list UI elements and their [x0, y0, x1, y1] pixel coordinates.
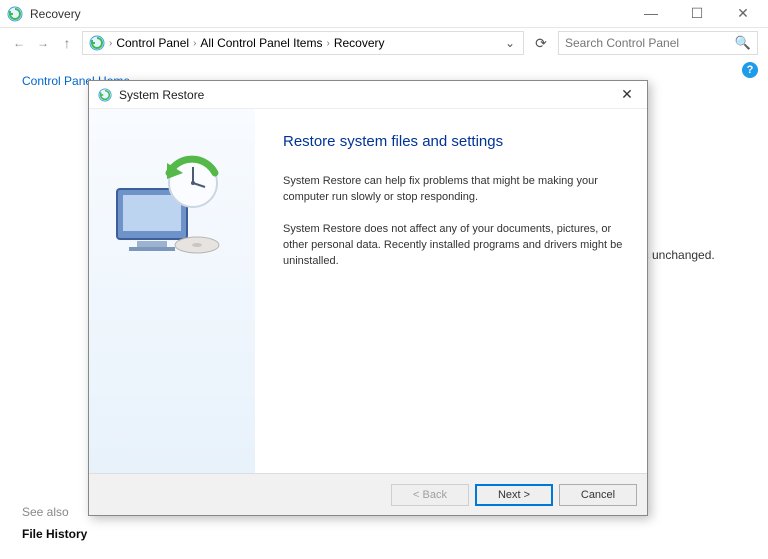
chevron-right-icon: › — [193, 38, 196, 49]
navigation-bar: ← → ↑ › Control Panel › All Control Pane… — [0, 28, 768, 58]
breadcrumb[interactable]: › Control Panel › All Control Panel Item… — [82, 31, 524, 55]
dialog-footer: < Back Next > Cancel — [89, 473, 647, 515]
dialog-heading: Restore system files and settings — [283, 133, 623, 150]
search-input[interactable] — [565, 36, 735, 50]
dialog-paragraph-2: System Restore does not affect any of yo… — [283, 222, 623, 270]
search-icon[interactable]: 🔍 — [735, 35, 751, 51]
breadcrumb-dropdown[interactable]: ⌄ — [503, 36, 517, 50]
system-restore-graphic-icon — [107, 149, 237, 259]
cancel-button[interactable]: Cancel — [559, 484, 637, 506]
minimize-button[interactable]: — — [636, 5, 666, 22]
window-titlebar: Recovery — ☐ ✕ — [0, 0, 768, 28]
dialog-paragraph-1: System Restore can help fix problems tha… — [283, 174, 623, 206]
next-button[interactable]: Next > — [475, 484, 553, 506]
maximize-button[interactable]: ☐ — [682, 5, 712, 22]
see-also-label: See also — [22, 505, 87, 519]
refresh-button[interactable]: ⟳ — [530, 35, 552, 52]
back-button[interactable]: ← — [10, 34, 28, 52]
dialog-titlebar: System Restore ✕ — [89, 81, 647, 109]
breadcrumb-item[interactable]: Recovery — [334, 36, 385, 50]
system-restore-icon — [97, 87, 113, 103]
breadcrumb-item[interactable]: All Control Panel Items — [200, 36, 322, 50]
forward-button[interactable]: → — [34, 34, 52, 52]
dialog-body: Restore system files and settings System… — [255, 109, 647, 473]
window-title: Recovery — [30, 7, 636, 21]
chevron-right-icon: › — [326, 38, 329, 49]
recovery-icon — [89, 35, 105, 51]
dialog-close-button[interactable]: ✕ — [615, 86, 639, 103]
dialog-title: System Restore — [119, 88, 615, 102]
search-box[interactable]: 🔍 — [558, 31, 758, 55]
back-button: < Back — [391, 484, 469, 506]
close-button[interactable]: ✕ — [728, 5, 758, 22]
recovery-icon — [6, 5, 24, 23]
up-button[interactable]: ↑ — [58, 34, 76, 52]
chevron-right-icon: › — [109, 38, 112, 49]
background-text-fragment: ic unchanged. — [640, 248, 715, 262]
system-restore-dialog: System Restore ✕ — [88, 80, 648, 516]
dialog-sidebar-graphic — [89, 109, 255, 473]
breadcrumb-item[interactable]: Control Panel — [116, 36, 189, 50]
help-icon[interactable]: ? — [742, 62, 758, 78]
file-history-link[interactable]: File History — [22, 527, 87, 541]
see-also-section: See also File History — [22, 505, 87, 541]
